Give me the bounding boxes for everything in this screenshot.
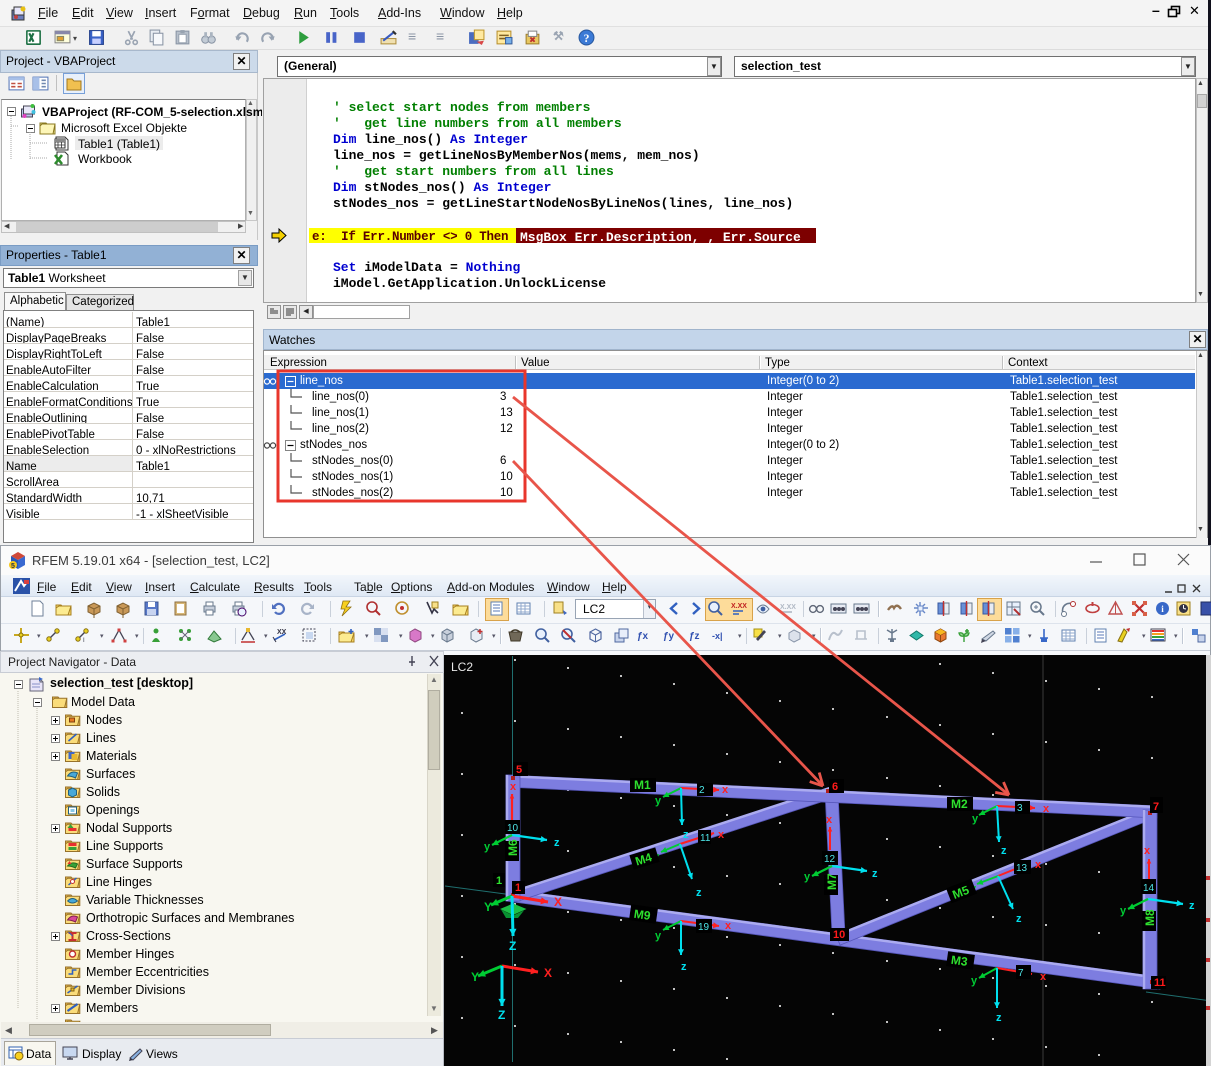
- svg-text:z: z: [683, 829, 689, 841]
- svg-text:x: x: [826, 814, 833, 826]
- svg-text:y: y: [655, 930, 662, 942]
- svg-text:1: 1: [496, 875, 502, 887]
- svg-text:11: 11: [1154, 977, 1166, 989]
- svg-text:M7: M7: [825, 873, 839, 890]
- svg-text:14: 14: [1143, 883, 1155, 894]
- svg-text:5: 5: [516, 764, 522, 776]
- svg-text:Z: Z: [498, 1008, 505, 1022]
- svg-text:z: z: [1189, 900, 1195, 912]
- svg-text:X: X: [554, 895, 562, 909]
- svg-text:12: 12: [824, 854, 836, 865]
- svg-text:1: 1: [515, 882, 521, 894]
- svg-text:x: x: [1144, 845, 1151, 857]
- svg-text:x: x: [1043, 803, 1050, 815]
- svg-text:x: x: [510, 781, 517, 793]
- svg-text:M1: M1: [634, 778, 651, 792]
- svg-text:11: 11: [700, 833, 711, 844]
- svg-text:x: x: [722, 784, 729, 796]
- svg-text:y: y: [972, 813, 979, 825]
- svg-text:z: z: [1001, 845, 1007, 857]
- svg-text:M6: M6: [506, 839, 520, 856]
- svg-text:z: z: [1016, 913, 1022, 925]
- svg-text:M8: M8: [1143, 909, 1157, 926]
- svg-text:x: x: [718, 829, 725, 841]
- svg-text:2: 2: [699, 785, 705, 796]
- svg-text:z: z: [554, 837, 560, 849]
- svg-text:3: 3: [1017, 803, 1023, 814]
- svg-text:z: z: [681, 961, 687, 973]
- svg-text:Y: Y: [471, 970, 479, 984]
- svg-text:y: y: [971, 975, 978, 987]
- svg-text:y: y: [655, 795, 662, 807]
- svg-text:M2: M2: [951, 797, 968, 811]
- svg-text:10: 10: [507, 823, 519, 834]
- svg-text:7: 7: [1018, 968, 1024, 979]
- svg-text:Y: Y: [484, 900, 492, 914]
- svg-text:y: y: [1120, 905, 1127, 917]
- svg-text:6: 6: [832, 781, 838, 793]
- svg-text:10: 10: [833, 929, 845, 941]
- svg-text:y: y: [484, 841, 491, 853]
- svg-text:M9: M9: [633, 907, 652, 923]
- svg-text:x: x: [1035, 859, 1042, 871]
- svg-text:LC2: LC2: [451, 660, 473, 674]
- svg-text:Z: Z: [509, 939, 516, 953]
- svg-text:7: 7: [1153, 801, 1159, 813]
- svg-text:z: z: [696, 887, 702, 899]
- svg-text:19: 19: [698, 922, 710, 933]
- svg-text:z: z: [872, 868, 878, 880]
- svg-text:y: y: [804, 871, 811, 883]
- svg-text:x: x: [1040, 971, 1047, 983]
- svg-text:z: z: [996, 1012, 1002, 1024]
- svg-text:M3: M3: [950, 953, 969, 969]
- svg-text:x: x: [725, 920, 732, 932]
- svg-text:X: X: [544, 966, 552, 980]
- svg-text:13: 13: [1016, 863, 1028, 874]
